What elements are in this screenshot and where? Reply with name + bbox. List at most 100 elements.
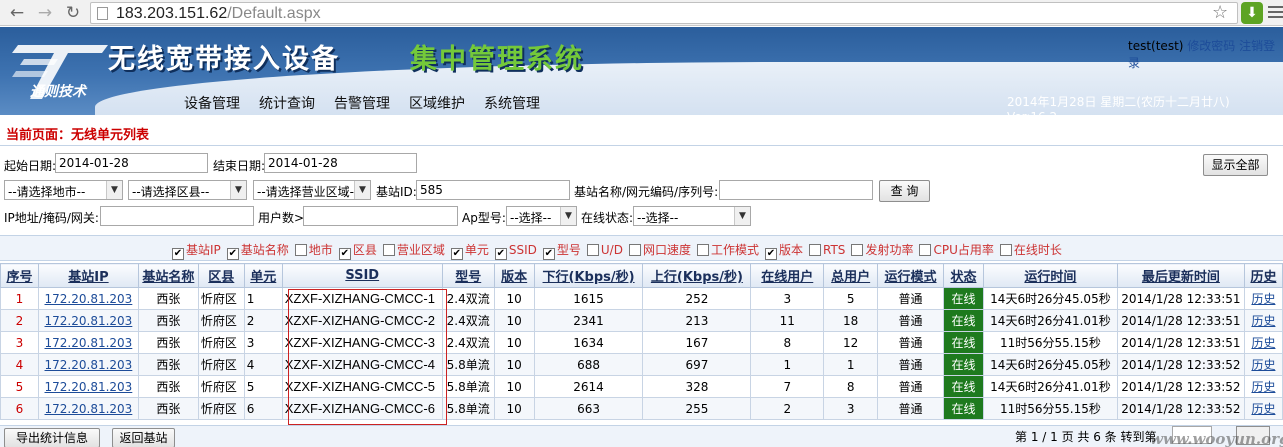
online-status-select[interactable]: --选择-- ▼ xyxy=(633,206,751,226)
column-toggle[interactable]: 营业区域 xyxy=(382,241,445,258)
bs-name-input[interactable] xyxy=(719,180,873,200)
ap-model-select[interactable]: --选择-- ▼ xyxy=(506,206,577,226)
column-header[interactable]: 基站IP xyxy=(37,263,139,288)
column-header[interactable]: 最后更新时间 xyxy=(1116,263,1245,288)
table-cell[interactable]: 历史 xyxy=(1243,375,1283,398)
ip-input[interactable] xyxy=(100,206,254,226)
column-header[interactable]: 基站名称 xyxy=(137,263,199,288)
column-toggle[interactable]: 工作模式 xyxy=(696,241,759,258)
change-password-link[interactable]: 修改密码 xyxy=(1187,39,1235,53)
checkbox-checked-icon[interactable]: ✔ xyxy=(338,248,351,260)
export-button[interactable]: 导出统计信息 xyxy=(4,428,100,447)
table-cell: 2.4双流 xyxy=(441,287,495,310)
checkbox-icon[interactable] xyxy=(809,244,822,256)
checkbox-checked-icon[interactable]: ✔ xyxy=(226,248,239,260)
column-header[interactable]: 状态 xyxy=(942,263,984,288)
column-header[interactable]: 序号 xyxy=(0,263,39,288)
checkbox-icon[interactable] xyxy=(999,244,1012,256)
table-cell[interactable]: 172.20.81.203 xyxy=(37,331,139,354)
table-cell[interactable]: 历史 xyxy=(1243,287,1283,310)
url-text[interactable]: 183.203.151.62/Default.aspx xyxy=(116,4,321,23)
nav-regions[interactable]: 区域维护 xyxy=(409,93,465,113)
checkbox-checked-icon[interactable]: ✔ xyxy=(172,248,184,260)
county-select[interactable]: --请选择区县-- ▼ xyxy=(128,180,247,200)
checkbox-checked-icon[interactable]: ✔ xyxy=(494,248,507,260)
nav-device-management[interactable]: 设备管理 xyxy=(184,93,240,113)
users-label: 用户数> xyxy=(258,211,305,225)
query-button[interactable]: 查 询 xyxy=(879,180,930,202)
column-toggle[interactable]: CPU占用率 xyxy=(919,241,994,258)
column-header[interactable]: 历史 xyxy=(1243,263,1283,288)
city-select[interactable]: --请选择地市-- ▼ xyxy=(4,180,123,200)
nav-system[interactable]: 系统管理 xyxy=(484,93,540,113)
column-toggle[interactable]: 发射功率 xyxy=(851,241,913,258)
reload-icon[interactable]: ↻ xyxy=(62,3,84,23)
end-date-input[interactable]: 2014-01-28 xyxy=(264,153,417,173)
column-toggle[interactable]: ✔ 单元 xyxy=(450,241,489,260)
table-cell[interactable]: 172.20.81.203 xyxy=(37,375,139,398)
column-toggle[interactable]: U/D xyxy=(586,243,623,257)
start-date-input[interactable]: 2014-01-28 xyxy=(55,153,208,173)
checkbox-checked-icon[interactable]: ✔ xyxy=(542,248,555,260)
nav-statistics[interactable]: 统计查询 xyxy=(259,93,315,113)
checkbox-icon[interactable] xyxy=(919,244,932,256)
column-header[interactable]: 型号 xyxy=(441,263,495,288)
column-header[interactable]: 版本 xyxy=(493,263,535,288)
table-cell[interactable]: 172.20.81.203 xyxy=(37,309,139,332)
table-cell: 1 xyxy=(823,353,879,376)
table-cell[interactable]: 历史 xyxy=(1243,397,1283,420)
column-toggle[interactable]: ✔ 区县 xyxy=(338,241,377,260)
table-cell: 10 xyxy=(493,353,535,376)
table-cell: 普通 xyxy=(877,287,944,310)
chevron-down-icon: ▼ xyxy=(106,181,122,199)
bsid-input[interactable]: 585 xyxy=(416,180,570,200)
column-header[interactable]: 运行时间 xyxy=(982,263,1118,288)
nav-alarms[interactable]: 告警管理 xyxy=(334,93,390,113)
users-input[interactable] xyxy=(303,206,458,226)
back-arrow-icon[interactable]: ← xyxy=(6,3,28,23)
table-cell: 3 xyxy=(0,331,39,354)
table-cell[interactable]: 历史 xyxy=(1243,309,1283,332)
area-select[interactable]: --请选择营业区域-- ▼ xyxy=(253,180,371,200)
download-extension-icon[interactable]: ⬇ xyxy=(1241,2,1263,24)
column-header[interactable]: 上行(Kbps/秒) xyxy=(642,263,752,288)
checkbox-checked-icon[interactable]: ✔ xyxy=(450,248,463,260)
checkbox-icon[interactable] xyxy=(628,244,641,256)
system-title: 无线宽带接入设备 xyxy=(108,44,340,75)
column-header[interactable]: 单元 xyxy=(243,263,283,288)
column-header[interactable]: 运行模式 xyxy=(877,263,944,288)
column-toggle[interactable]: RTS xyxy=(809,243,845,257)
forward-arrow-icon[interactable]: → xyxy=(34,3,56,23)
table-cell[interactable]: 历史 xyxy=(1243,353,1283,376)
column-toggle[interactable]: ✔ 基站名称 xyxy=(226,241,289,260)
column-toggle[interactable]: 在线时长 xyxy=(999,241,1062,258)
column-toggle[interactable]: ✔ SSID xyxy=(494,243,537,260)
table-cell[interactable]: 172.20.81.203 xyxy=(37,397,139,420)
checkbox-icon[interactable] xyxy=(586,244,599,256)
column-header[interactable]: SSID xyxy=(281,263,443,288)
table-cell[interactable]: 172.20.81.203 xyxy=(37,353,139,376)
column-header[interactable]: 下行(Kbps/秒) xyxy=(533,263,644,288)
address-bar[interactable]: 183.203.151.62/Default.aspx xyxy=(90,2,1238,24)
checkbox-icon[interactable] xyxy=(294,244,307,256)
column-toggle[interactable]: ✔ 型号 xyxy=(542,241,581,260)
bookmark-star-icon[interactable]: ☆ xyxy=(1212,2,1228,23)
back-to-station-button[interactable]: 返回基站 xyxy=(112,428,175,447)
browser-menu-icon[interactable] xyxy=(1268,6,1283,21)
column-header[interactable]: 在线用户 xyxy=(750,263,825,288)
checkbox-icon[interactable] xyxy=(851,244,864,256)
column-header[interactable]: 总用户 xyxy=(823,263,879,288)
checkbox-checked-icon[interactable]: ✔ xyxy=(765,248,777,260)
column-toggle[interactable]: ✔ 基站IP xyxy=(172,241,221,260)
show-all-button[interactable]: 显示全部 xyxy=(1203,154,1268,176)
checkbox-icon[interactable] xyxy=(696,244,709,256)
table-cell[interactable]: 历史 xyxy=(1243,331,1283,354)
column-toggle[interactable]: ✔ 版本 xyxy=(765,241,803,260)
table-cell[interactable]: 172.20.81.203 xyxy=(37,287,139,310)
checkbox-icon[interactable] xyxy=(382,244,395,256)
table-cell: 西张 xyxy=(137,375,199,398)
table-cell: 11 xyxy=(750,309,825,332)
column-header[interactable]: 区县 xyxy=(197,263,245,288)
column-toggle[interactable]: 网口速度 xyxy=(628,241,691,258)
column-toggle[interactable]: 地市 xyxy=(294,241,333,258)
